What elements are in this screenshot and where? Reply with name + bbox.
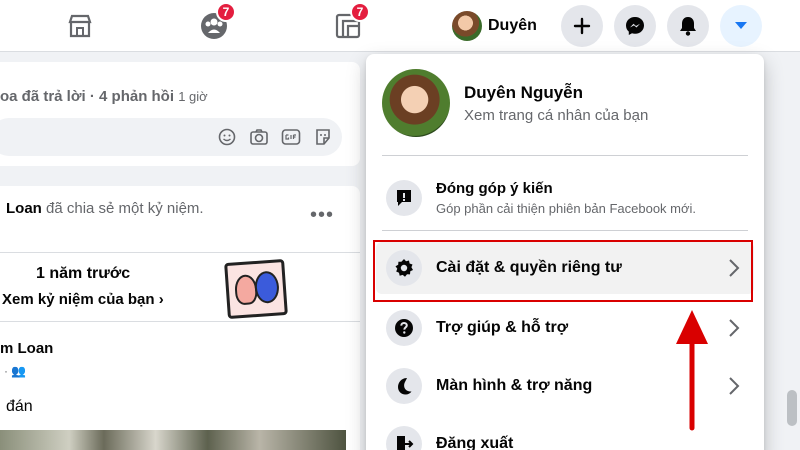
caret-down-icon: [735, 22, 747, 29]
annotation-highlight-box: [373, 240, 753, 302]
notifications-button[interactable]: [667, 5, 709, 47]
annotation-arrow-icon: [676, 310, 708, 431]
question-icon: [386, 310, 422, 346]
profile-shortcut-name: Duyên: [488, 17, 537, 34]
marketplace-icon[interactable]: [60, 8, 100, 44]
groups-badge: 7: [216, 2, 236, 22]
gaming-icon[interactable]: 7: [328, 2, 370, 44]
scrollbar-thumb[interactable]: [787, 390, 797, 426]
moon-icon: [386, 368, 422, 404]
sticker-icon[interactable]: [312, 126, 334, 148]
reply-summary[interactable]: oa đã trả lời · 4 phản hồi 1 giờ: [0, 88, 208, 105]
post-profile-name[interactable]: m Loan: [0, 340, 53, 357]
messenger-button[interactable]: [614, 5, 656, 47]
memory-post-card: Loan đã chia sẻ một kỷ niệm. ••• 1 năm t…: [0, 186, 360, 450]
feedback-icon: [386, 180, 422, 216]
account-menu-button[interactable]: [720, 5, 762, 47]
profile-link-row[interactable]: Duyên Nguyễn Xem trang cá nhân của bạn: [382, 68, 748, 138]
reply-time: 1 giờ: [178, 89, 208, 104]
post-action: đã chia sẻ một kỷ niệm.: [41, 200, 204, 217]
feedback-title: Đóng góp ý kiến: [436, 180, 553, 197]
comment-card: oa đã trả lời · 4 phản hồi 1 giờ: [0, 62, 360, 166]
feedback-subtitle: Góp phần cải thiện phiên bản Facebook mớ…: [436, 201, 697, 216]
plus-icon: [573, 17, 591, 35]
memory-banner[interactable]: 1 năm trước Xem kỷ niệm của bạn ›: [0, 252, 360, 322]
bell-icon: [680, 17, 696, 36]
avatar: [382, 69, 450, 137]
comment-input[interactable]: [0, 118, 342, 156]
gaming-badge: 7: [350, 2, 370, 22]
logout-label: Đăng xuất: [436, 435, 514, 450]
post-header: Loan đã chia sẻ một kỷ niệm.: [6, 200, 204, 217]
memory-link[interactable]: Xem kỷ niệm của bạn ›: [2, 291, 164, 308]
give-feedback-item[interactable]: Đóng góp ý kiến Góp phần cải thiện phiên…: [376, 166, 754, 230]
audience-friends-icon: · 👥: [4, 364, 27, 378]
top-navigation-bar: 7 7 Duyên: [0, 0, 800, 52]
logout-icon: [386, 426, 422, 450]
view-profile-text: Xem trang cá nhân của bạn: [464, 106, 649, 124]
page-scrollbar[interactable]: [784, 52, 800, 450]
emoji-icon[interactable]: [216, 126, 238, 148]
create-button[interactable]: [561, 5, 603, 47]
memory-illustration: [224, 258, 288, 320]
chevron-right-icon: [729, 319, 740, 337]
chevron-right-icon: [729, 377, 740, 395]
post-photo[interactable]: [0, 430, 346, 450]
camera-icon[interactable]: [248, 126, 270, 148]
more-options-icon[interactable]: •••: [310, 204, 334, 227]
divider: [382, 230, 748, 231]
avatar: [452, 11, 482, 41]
chevron-right-icon: ›: [158, 291, 164, 308]
memory-title: 1 năm trước: [36, 265, 131, 282]
groups-icon[interactable]: 7: [194, 2, 236, 44]
post-text: đán: [6, 398, 33, 415]
divider: [382, 155, 748, 156]
profile-shortcut[interactable]: Duyên: [448, 8, 543, 44]
messenger-icon: [626, 17, 644, 35]
gif-icon[interactable]: [280, 126, 302, 148]
profile-name: Duyên Nguyễn: [464, 82, 584, 102]
post-author[interactable]: Loan: [6, 200, 42, 217]
